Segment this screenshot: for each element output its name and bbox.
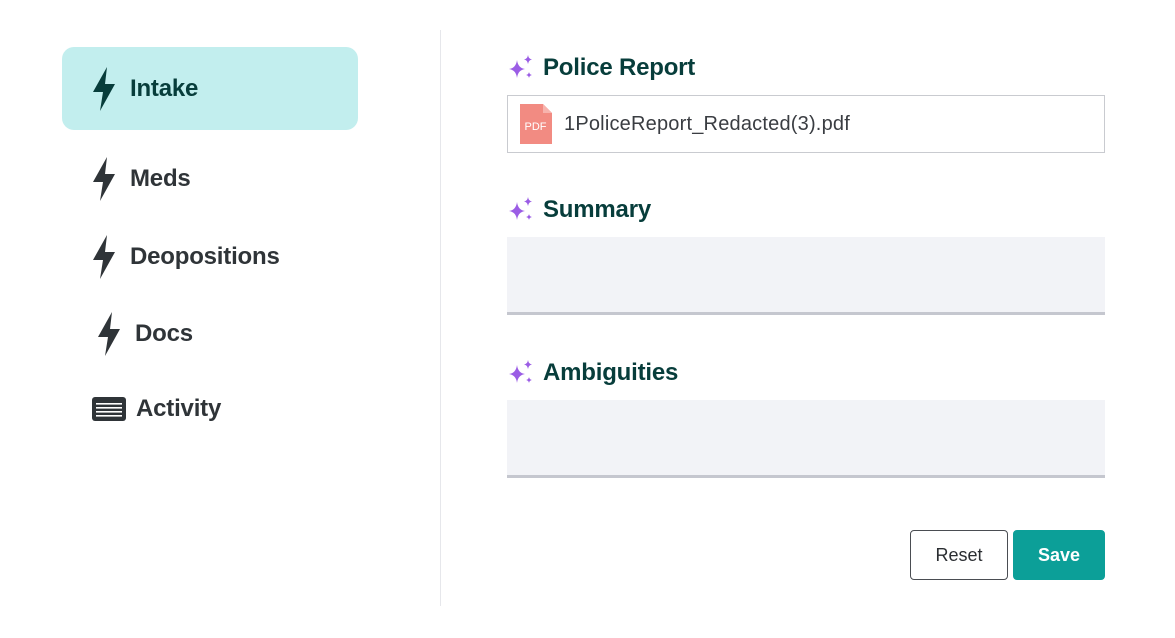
- sidebar-item-label: Docs: [135, 319, 193, 347]
- sidebar-item-label: Intake: [130, 74, 199, 102]
- sidebar-item-activity[interactable]: Activity: [62, 367, 358, 450]
- bolt-icon: [90, 66, 118, 112]
- bolt-icon: [90, 156, 118, 202]
- sidebar-item-meds[interactable]: Meds: [62, 137, 358, 220]
- sparkle-icon: [509, 55, 532, 78]
- sidebar: Intake Meds Deopositions Docs Activity: [0, 0, 441, 638]
- section-title: Ambiguities: [543, 359, 679, 386]
- summary-heading: Summary: [507, 196, 651, 224]
- sidebar-divider: [440, 30, 441, 606]
- sidebar-item-docs[interactable]: Docs: [62, 292, 358, 375]
- sidebar-item-label: Deopositions: [130, 242, 280, 270]
- main-content: Police Report PDF 1PoliceReport_Redacted…: [507, 0, 1105, 638]
- ambiguities-heading: Ambiguities: [507, 359, 678, 387]
- police-report-heading: Police Report: [507, 54, 695, 82]
- app: Intake Meds Deopositions Docs Activity P…: [0, 0, 1175, 638]
- pdf-file-icon: PDF: [520, 104, 552, 144]
- list-icon: [92, 396, 126, 421]
- section-title: Police Report: [543, 54, 696, 81]
- sidebar-item-label: Meds: [130, 164, 191, 192]
- sparkle-icon: [509, 197, 532, 220]
- save-button[interactable]: Save: [1013, 530, 1105, 580]
- sidebar-item-intake[interactable]: Intake: [62, 47, 358, 130]
- bolt-icon: [95, 311, 123, 357]
- section-title: Summary: [543, 196, 651, 223]
- sidebar-item-depositions[interactable]: Deopositions: [62, 215, 358, 298]
- reset-button[interactable]: Reset: [910, 530, 1008, 580]
- police-report-file[interactable]: PDF 1PoliceReport_Redacted(3).pdf: [507, 95, 1105, 153]
- ambiguities-textarea[interactable]: [507, 400, 1105, 478]
- sidebar-item-label: Activity: [136, 394, 222, 422]
- sparkle-icon: [509, 360, 532, 383]
- pdf-badge: PDF: [525, 121, 547, 133]
- file-name: 1PoliceReport_Redacted(3).pdf: [564, 112, 850, 135]
- bolt-icon: [90, 234, 118, 280]
- summary-textarea[interactable]: [507, 237, 1105, 315]
